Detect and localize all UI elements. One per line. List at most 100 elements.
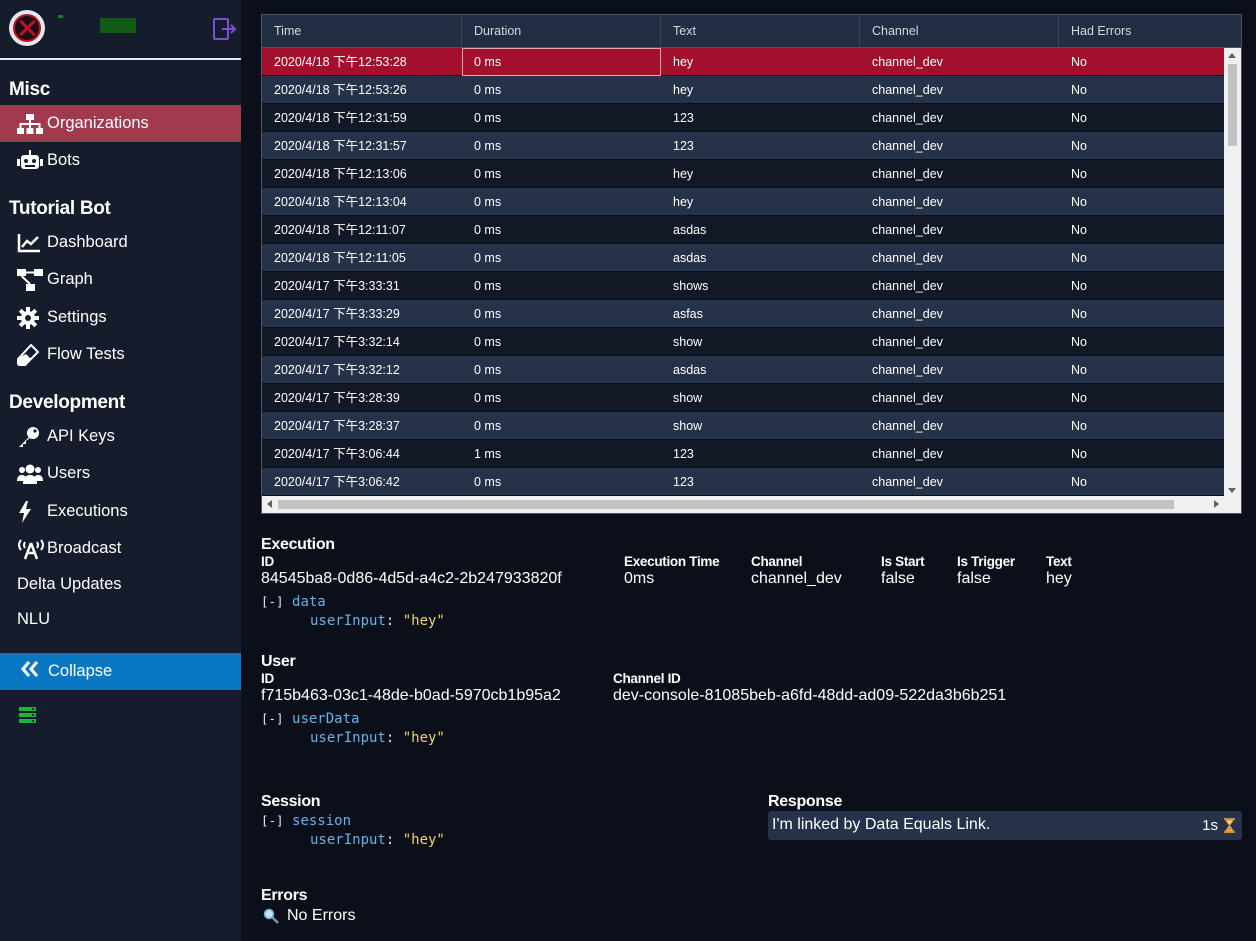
errors-status: No Errors	[263, 907, 355, 925]
sidebar-item-label: Users	[47, 464, 91, 482]
cell-duration: 0 ms	[474, 419, 502, 433]
cell-channel: channel_dev	[872, 335, 943, 349]
sidebar-item-api-keys[interactable]: API Keys	[0, 418, 241, 455]
column-header-text[interactable]: Text	[661, 15, 860, 48]
cell-text: asfas	[673, 307, 703, 321]
cell-text: 123	[673, 139, 694, 153]
scroll-left-arrow-icon[interactable]	[267, 500, 272, 508]
table-row[interactable]: 2020/4/17 下午3:32:12 0 ms asdas channel_dev N…	[262, 356, 1226, 384]
app-logo[interactable]	[9, 10, 45, 46]
cell-time: 2020/4/18 下午12:13:06	[274, 167, 407, 181]
user-id-value: f715b463-03c1-48de-b0ad-5970cb1b95a2	[261, 687, 561, 704]
table-row[interactable]: 2020/4/18 下午12:13:06 0 ms hey channel_dev No	[262, 160, 1226, 188]
table-row[interactable]: 2020/4/18 下午12:31:57 0 ms 123 channel_dev No	[262, 132, 1226, 160]
cell-duration: 0 ms	[474, 391, 502, 405]
table-row[interactable]: 2020/4/17 下午3:06:44 1 ms 123 channel_dev No	[262, 440, 1226, 468]
table-row[interactable]: 2020/4/17 下午3:06:42 0 ms 123 channel_dev No	[262, 468, 1226, 496]
sidebar-item-label: Broadcast	[47, 539, 122, 557]
sidebar-item-bots[interactable]: Bots	[0, 142, 241, 179]
sidebar-item-settings[interactable]: Settings	[0, 299, 241, 336]
table-row[interactable]: 2020/4/17 下午3:33:31 0 ms shows channel_dev N…	[262, 272, 1226, 300]
horizontal-scrollbar[interactable]	[262, 496, 1241, 513]
section-misc: Misc	[9, 79, 51, 100]
table-row[interactable]: 2020/4/18 下午12:11:05 0 ms asdas channel_dev…	[262, 244, 1226, 272]
column-header-time[interactable]: Time	[262, 15, 462, 48]
magnifier-icon	[263, 908, 279, 924]
cell-had-errors: No	[1071, 307, 1087, 321]
is-trigger-value: false	[957, 570, 991, 587]
table-row[interactable]: 2020/4/17 下午3:32:14 0 ms show channel_dev No	[262, 328, 1226, 356]
broadcast-tower-icon	[17, 538, 47, 560]
sidebar-item-flow-tests[interactable]: Flow Tests	[0, 336, 241, 373]
column-header-channel[interactable]: Channel	[860, 15, 1059, 48]
scroll-right-arrow-icon[interactable]	[1214, 500, 1219, 508]
cell-had-errors: No	[1071, 419, 1087, 433]
logout-icon[interactable]	[213, 18, 237, 40]
tree-toggle[interactable]: [-]	[261, 711, 284, 726]
column-header-had-errors[interactable]: Had Errors	[1059, 15, 1241, 48]
server-icon[interactable]	[19, 707, 36, 723]
cell-text: show	[673, 419, 703, 433]
hourglass-icon	[1224, 818, 1235, 833]
is-start-value: false	[881, 570, 915, 587]
tree-root-key[interactable]: session	[292, 813, 351, 829]
cell-had-errors: No	[1071, 195, 1087, 209]
session-tree: [-] session	[261, 813, 351, 829]
cell-channel: channel_dev	[872, 139, 943, 153]
scroll-up-arrow-icon[interactable]	[1228, 53, 1236, 58]
cell-time: 2020/4/18 下午12:11:05	[274, 251, 406, 265]
cell-duration: 0 ms	[474, 139, 502, 153]
gear-icon	[17, 306, 47, 329]
table-row[interactable]: 2020/4/18 下午12:31:59 0 ms 123 channel_dev No	[262, 104, 1226, 132]
sidebar-item-dashboard[interactable]: Dashboard	[0, 224, 241, 261]
line-chart-icon	[17, 233, 47, 253]
sidebar-item-organizations[interactable]: Organizations	[0, 105, 241, 142]
vertical-scrollbar[interactable]	[1224, 48, 1241, 497]
errors-title: Errors	[261, 887, 308, 904]
table-row[interactable]: 2020/4/18 下午12:11:07 0 ms asdas channel_dev…	[262, 216, 1226, 244]
sidebar-item-broadcast[interactable]: Broadcast	[0, 530, 241, 567]
tree-toggle[interactable]: [-]	[261, 594, 284, 609]
cell-time: 2020/4/18 下午12:31:57	[274, 139, 407, 153]
tree-root-key[interactable]: data	[292, 594, 326, 610]
sidebar-header	[0, 0, 241, 60]
response-title: Response	[768, 793, 843, 810]
sidebar-item-delta-updates[interactable]: Delta Updates	[0, 566, 241, 603]
cell-text: asdas	[673, 223, 707, 237]
channel-id-label: Channel ID	[613, 671, 681, 686]
sidebar-item-nlu[interactable]: NLU	[0, 601, 241, 638]
status-indicator	[100, 18, 136, 33]
user-title: User	[261, 653, 296, 670]
cell-had-errors: No	[1071, 475, 1087, 489]
table-row[interactable]: 2020/4/17 下午3:33:29 0 ms asfas channel_dev N…	[262, 300, 1226, 328]
tree-toggle[interactable]: [-]	[261, 813, 284, 828]
tree-value: "hey"	[402, 613, 445, 629]
cell-channel: channel_dev	[872, 83, 943, 97]
column-header-duration[interactable]: Duration	[462, 15, 661, 48]
cell-channel: channel_dev	[872, 195, 943, 209]
sidebar-item-label: Bots	[47, 151, 81, 169]
table-row[interactable]: 2020/4/17 下午3:28:39 0 ms show channel_dev No	[262, 384, 1226, 412]
cell-time: 2020/4/17 下午3:33:31	[274, 279, 400, 293]
sidebar-item-executions[interactable]: Executions	[0, 493, 241, 530]
cell-text: hey	[673, 167, 694, 181]
sidebar-item-users[interactable]: Users	[0, 455, 241, 492]
cell-time: 2020/4/17 下午3:32:14	[274, 335, 400, 349]
table-row[interactable]: 2020/4/18 下午12:53:26 0 ms hey channel_dev No	[262, 76, 1226, 104]
cell-duration: 0 ms	[474, 279, 502, 293]
tree-root-key[interactable]: userData	[292, 711, 359, 727]
collapse-button[interactable]: Collapse	[0, 653, 241, 690]
sidebar-item-graph[interactable]: Graph	[0, 261, 241, 298]
cell-duration: 0 ms	[474, 307, 502, 321]
table-row[interactable]: 2020/4/18 下午12:13:04 0 ms hey channel_dev No	[262, 188, 1226, 216]
table-row[interactable]: 2020/4/18 下午12:53:28 0 ms hey channel_dev No	[262, 48, 1226, 76]
cell-time: 2020/4/17 下午3:32:12	[274, 363, 400, 377]
scroll-down-arrow-icon[interactable]	[1228, 488, 1236, 493]
horizontal-scroll-thumb[interactable]	[278, 500, 1174, 509]
cell-duration: 0 ms	[474, 111, 502, 125]
cell-time: 2020/4/17 下午3:28:37	[274, 419, 400, 433]
sidebar-item-label: Organizations	[47, 114, 149, 132]
vertical-scroll-thumb[interactable]	[1228, 64, 1237, 146]
table-row[interactable]: 2020/4/17 下午3:28:37 0 ms show channel_dev No	[262, 412, 1226, 440]
user-id-label: ID	[261, 671, 274, 686]
